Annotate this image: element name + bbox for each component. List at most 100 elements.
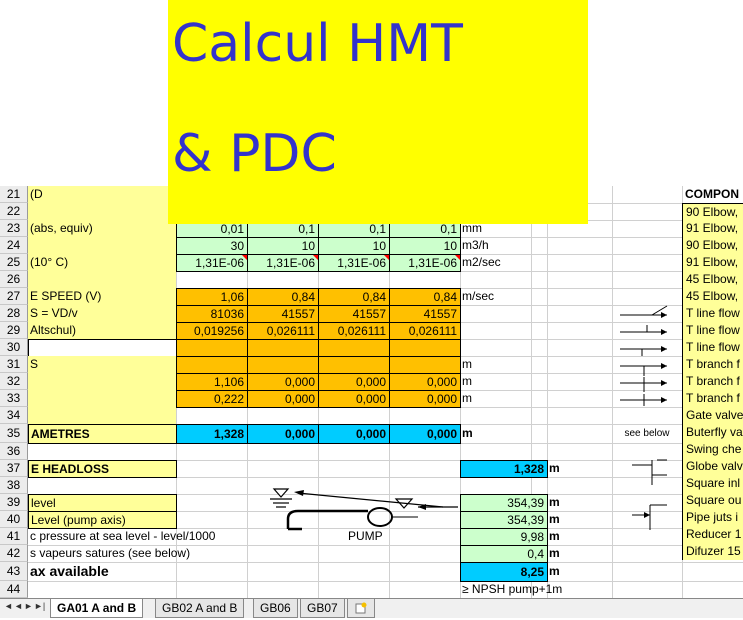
component-item[interactable]: Swing che bbox=[682, 441, 743, 458]
value-cell-30-4[interactable] bbox=[389, 339, 461, 357]
prev-sheet-nav-icon[interactable]: ◄ bbox=[14, 601, 23, 611]
component-item[interactable]: T branch f bbox=[682, 390, 743, 407]
value-cell-28-1[interactable]: 81036 bbox=[176, 305, 248, 323]
unit-cell-40[interactable]: m bbox=[549, 511, 609, 528]
value-cell-33-1[interactable]: 0,222 bbox=[176, 390, 248, 408]
row-header-35[interactable]: 35 bbox=[0, 424, 28, 443]
components-header[interactable]: COMPON bbox=[684, 186, 743, 203]
unit-cell-39[interactable]: m bbox=[549, 494, 609, 511]
value-cell-28-2[interactable]: 41557 bbox=[247, 305, 319, 323]
value-cell-29-2[interactable]: 0,026111 bbox=[247, 322, 319, 340]
row-header-31[interactable]: 31 bbox=[0, 356, 28, 373]
row-header-44[interactable]: 44 bbox=[0, 581, 28, 598]
value-cell-27-1[interactable]: 1,06 bbox=[176, 288, 248, 306]
unit-cell-42[interactable]: m bbox=[549, 545, 609, 562]
unit-cell-27[interactable]: m/sec bbox=[462, 288, 530, 305]
row-header-42[interactable]: 42 bbox=[0, 545, 28, 562]
value-cell-28-3[interactable]: 41557 bbox=[318, 305, 390, 323]
component-item[interactable]: T branch f bbox=[682, 356, 743, 373]
value-cell-24-2[interactable]: 10 bbox=[247, 237, 319, 255]
value-cell-31-4[interactable] bbox=[389, 356, 461, 374]
label-cell-27[interactable]: E SPEED (V) bbox=[28, 288, 176, 305]
value-cell-27-4[interactable]: 0,84 bbox=[389, 288, 461, 306]
row-header-22[interactable]: 22 bbox=[0, 203, 28, 220]
unit-cell-31[interactable]: m bbox=[462, 356, 530, 373]
sheet-tab-gb06[interactable]: GB06 bbox=[253, 599, 298, 618]
component-item[interactable]: 45 Elbow, bbox=[682, 288, 743, 305]
label-cell-42[interactable]: s vapeurs satures (see below) bbox=[28, 545, 268, 562]
label-cell-37[interactable]: E HEADLOSS bbox=[28, 460, 177, 478]
value-cell-24-4[interactable]: 10 bbox=[389, 237, 461, 255]
component-item[interactable]: Globe valv bbox=[682, 458, 743, 475]
component-item[interactable]: 90 Elbow, bbox=[682, 237, 743, 254]
unit-cell-24[interactable]: m3/h bbox=[462, 237, 530, 254]
row-header-23[interactable]: 23 bbox=[0, 220, 28, 237]
row-header-40[interactable]: 40 bbox=[0, 511, 28, 528]
value-cell-42[interactable]: 0,4 bbox=[460, 545, 548, 563]
value-cell-31-2[interactable] bbox=[247, 356, 319, 374]
component-item[interactable]: T line flow bbox=[682, 322, 743, 339]
value-cell-33-2[interactable]: 0,000 bbox=[247, 390, 319, 408]
label-cell-25[interactable]: (10° C) bbox=[28, 254, 176, 271]
value-cell-33-3[interactable]: 0,000 bbox=[318, 390, 390, 408]
label-cell-26[interactable] bbox=[28, 271, 176, 288]
value-cell-35-4[interactable]: 0,000 bbox=[389, 424, 461, 444]
value-cell-27-2[interactable]: 0,84 bbox=[247, 288, 319, 306]
value-cell-37[interactable]: 1,328 bbox=[460, 460, 548, 478]
label-cell-40[interactable]: Level (pump axis) bbox=[28, 511, 177, 529]
label-cell-28[interactable]: S = VD/v bbox=[28, 305, 176, 322]
value-cell-32-4[interactable]: 0,000 bbox=[389, 373, 461, 391]
unit-cell-25[interactable]: m2/sec bbox=[462, 254, 530, 271]
row-header-25[interactable]: 25 bbox=[0, 254, 28, 271]
value-cell-24-1[interactable]: 30 bbox=[176, 237, 248, 255]
value-cell-32-2[interactable]: 0,000 bbox=[247, 373, 319, 391]
row-header-30[interactable]: 30 bbox=[0, 339, 28, 356]
value-cell-30-3[interactable] bbox=[318, 339, 390, 357]
component-item[interactable]: T line flow bbox=[682, 305, 743, 322]
value-cell-25-2[interactable]: 1,31E-06 bbox=[247, 254, 319, 272]
row-header-36[interactable]: 36 bbox=[0, 443, 28, 460]
component-item[interactable]: Difuzer 15 bbox=[682, 543, 743, 560]
value-cell-41[interactable]: 9,98 bbox=[460, 528, 548, 546]
component-item[interactable]: Reducer 1 bbox=[682, 526, 743, 543]
value-cell-24-3[interactable]: 10 bbox=[318, 237, 390, 255]
row-header-28[interactable]: 28 bbox=[0, 305, 28, 322]
sheet-tab-ga01[interactable]: GA01 A and B bbox=[50, 599, 144, 618]
value-cell-25-3[interactable]: 1,31E-06 bbox=[318, 254, 390, 272]
value-cell-27-3[interactable]: 0,84 bbox=[318, 288, 390, 306]
label-cell-34[interactable] bbox=[28, 407, 176, 424]
value-cell-31-1[interactable] bbox=[176, 356, 248, 374]
sheet-tab-gb02[interactable]: GB02 A and B bbox=[155, 599, 245, 618]
row-header-38[interactable]: 38 bbox=[0, 477, 28, 494]
component-item[interactable]: Gate valve bbox=[682, 407, 743, 424]
label-cell-23[interactable]: (abs, equiv) bbox=[28, 220, 176, 237]
value-cell-32-1[interactable]: 1,106 bbox=[176, 373, 248, 391]
row-header-34[interactable]: 34 bbox=[0, 407, 28, 424]
value-cell-35-2[interactable]: 0,000 bbox=[247, 424, 319, 444]
unit-cell-37[interactable]: m bbox=[549, 460, 609, 477]
row-header-26[interactable]: 26 bbox=[0, 271, 28, 288]
row-header-21[interactable]: 21 bbox=[0, 186, 28, 203]
insert-sheet-icon[interactable] bbox=[347, 599, 375, 618]
value-cell-40[interactable]: 354,39 bbox=[460, 511, 548, 529]
value-cell-28-4[interactable]: 41557 bbox=[389, 305, 461, 323]
row-header-29[interactable]: 29 bbox=[0, 322, 28, 339]
next-sheet-nav-icon[interactable]: ► bbox=[24, 601, 33, 611]
unit-cell-35[interactable]: m bbox=[462, 424, 530, 443]
component-item[interactable]: Square ou bbox=[682, 492, 743, 509]
npsh-note-cell[interactable]: ≥ NPSH pump+1m bbox=[462, 581, 602, 598]
value-cell-31-3[interactable] bbox=[318, 356, 390, 374]
value-cell-43[interactable]: 8,25 bbox=[460, 562, 548, 582]
component-item[interactable]: Buterfly va bbox=[682, 424, 743, 441]
value-cell-29-1[interactable]: 0,019256 bbox=[176, 322, 248, 340]
label-cell-21[interactable]: (D bbox=[28, 186, 176, 220]
value-cell-35-3[interactable]: 0,000 bbox=[318, 424, 390, 444]
component-item[interactable]: 90 Elbow, bbox=[682, 203, 743, 220]
row-header-32[interactable]: 32 bbox=[0, 373, 28, 390]
value-cell-29-3[interactable]: 0,026111 bbox=[318, 322, 390, 340]
component-item[interactable]: Pipe juts i bbox=[682, 509, 743, 526]
unit-cell-43[interactable]: m bbox=[549, 562, 609, 581]
unit-cell-33[interactable]: m bbox=[462, 390, 530, 407]
row-header-33[interactable]: 33 bbox=[0, 390, 28, 407]
row-header-27[interactable]: 27 bbox=[0, 288, 28, 305]
